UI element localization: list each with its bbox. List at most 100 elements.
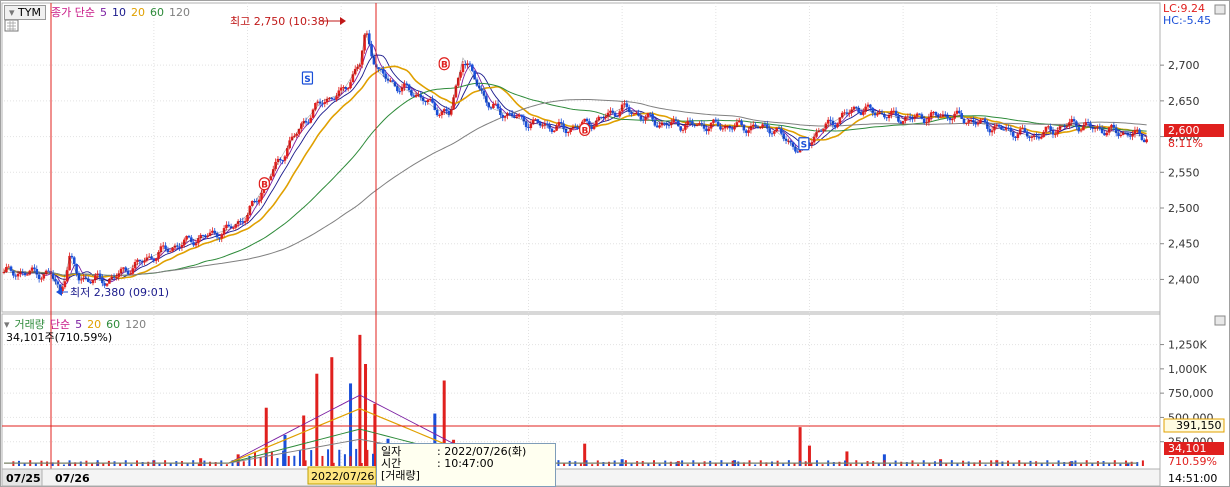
candle-body: [833, 124, 837, 128]
time-axis: [1, 468, 1161, 487]
volume-bar-minor: [158, 463, 161, 466]
candle-body: [714, 119, 718, 122]
volume-bar-minor: [1068, 461, 1071, 466]
candle-body: [555, 125, 558, 131]
volume-pane-close-icon[interactable]: [1214, 315, 1226, 326]
candle-body: [1119, 134, 1123, 137]
candle-body: [1014, 136, 1017, 138]
volume-bar-minor: [726, 463, 729, 466]
candle-body: [1135, 129, 1139, 131]
candle-body: [129, 273, 132, 275]
high-annotation: 최고 2,750 (10:38): [230, 15, 329, 28]
volume-bar: [302, 415, 306, 466]
candle-body: [161, 245, 165, 247]
volume-bar-minor: [287, 455, 290, 466]
candle-body: [721, 128, 725, 130]
candle-body: [398, 91, 402, 93]
price-now-pct: 8.11%: [1168, 137, 1203, 150]
candle-body: [431, 98, 434, 103]
candle-body: [1030, 136, 1034, 138]
symbol-label: TYM: [18, 5, 41, 19]
price-series: [3, 32, 1147, 294]
candle-body: [796, 151, 800, 153]
candle-body: [433, 102, 437, 110]
candle-body: [906, 116, 910, 118]
candle-body: [768, 128, 771, 134]
volume-bar-minor: [321, 455, 324, 466]
candle-body: [616, 116, 619, 118]
candle-body: [257, 199, 261, 203]
candle-body: [178, 246, 181, 248]
candle-body: [897, 115, 900, 122]
price-tick-label: 2,400: [1168, 273, 1200, 286]
candle-body: [1110, 124, 1113, 128]
candle-body: [136, 259, 139, 263]
candle-body: [719, 126, 722, 130]
candle-body: [751, 124, 755, 127]
candle-body: [1142, 139, 1146, 143]
candle-body: [599, 116, 603, 118]
candle-body: [1023, 128, 1027, 132]
candle-body: [812, 136, 816, 143]
candle-body: [775, 127, 778, 132]
chart-canvas[interactable]: S B B B S 2,400 2,450 2,500 2,550 2,600 2,650 2,70…: [0, 0, 1230, 487]
candle-body: [545, 123, 549, 125]
candle-body: [187, 235, 191, 238]
candle-body: [534, 119, 537, 121]
candle-body: [859, 112, 863, 115]
candle-body: [950, 118, 954, 121]
candle-body: [492, 104, 495, 108]
candle-body: [662, 122, 666, 124]
tooltip-time-value: : 10:47:00: [437, 457, 494, 470]
volume-bar-minor: [1080, 463, 1083, 466]
candle-body: [16, 273, 20, 277]
candle-body: [391, 80, 394, 82]
volume-bar-minor: [754, 464, 757, 466]
candle-body: [915, 113, 919, 117]
candle-body: [869, 104, 872, 108]
volume-bar-minor: [225, 464, 228, 466]
candle-body: [932, 111, 935, 113]
candle-body: [126, 270, 130, 275]
candle-body: [988, 128, 992, 133]
candle-body: [981, 118, 985, 120]
candle-body: [227, 224, 231, 227]
symbol-tag[interactable]: ▾ TYM: [4, 4, 46, 20]
candle-body: [730, 128, 734, 130]
pane-close-icon[interactable]: [1214, 4, 1226, 15]
ma60-label: 60: [149, 5, 164, 19]
price-tick-label: 2,450: [1168, 238, 1200, 251]
candle-body: [248, 205, 252, 215]
volume-bar-minor: [276, 458, 279, 466]
candle-body: [747, 130, 750, 133]
candle-body: [576, 128, 579, 130]
candle-body: [9, 266, 13, 271]
volume-bar-minor: [259, 457, 262, 466]
volume-bar-minor: [984, 464, 987, 466]
volume-bar-minor: [737, 461, 740, 466]
candle-body: [201, 234, 205, 236]
candle-body: [1140, 134, 1144, 140]
candle-body: [1004, 127, 1008, 130]
price-line: [3, 32, 1147, 294]
lc-hc-readout: LC:9.24 HC:-5.45: [1163, 3, 1211, 27]
candle-body: [1039, 137, 1043, 139]
candle-body: [323, 102, 327, 104]
ma120-label: 120: [168, 5, 190, 19]
volume-bar-minor: [62, 464, 65, 466]
candle-body: [286, 148, 289, 157]
candle-body: [1089, 123, 1092, 127]
candle-body: [566, 131, 570, 134]
candle-body: [122, 267, 125, 269]
candle-body: [220, 234, 224, 239]
candle-body: [339, 87, 343, 91]
volume-bar-minor: [147, 461, 150, 466]
candle-body: [1042, 131, 1045, 138]
candle-body: [5, 267, 8, 272]
candle-body: [288, 140, 291, 149]
candle-body: [979, 119, 982, 124]
price-tick-label: 2,650: [1168, 95, 1200, 108]
candle-body: [79, 279, 83, 281]
candle-body: [524, 121, 528, 128]
candle-body: [1049, 126, 1052, 131]
